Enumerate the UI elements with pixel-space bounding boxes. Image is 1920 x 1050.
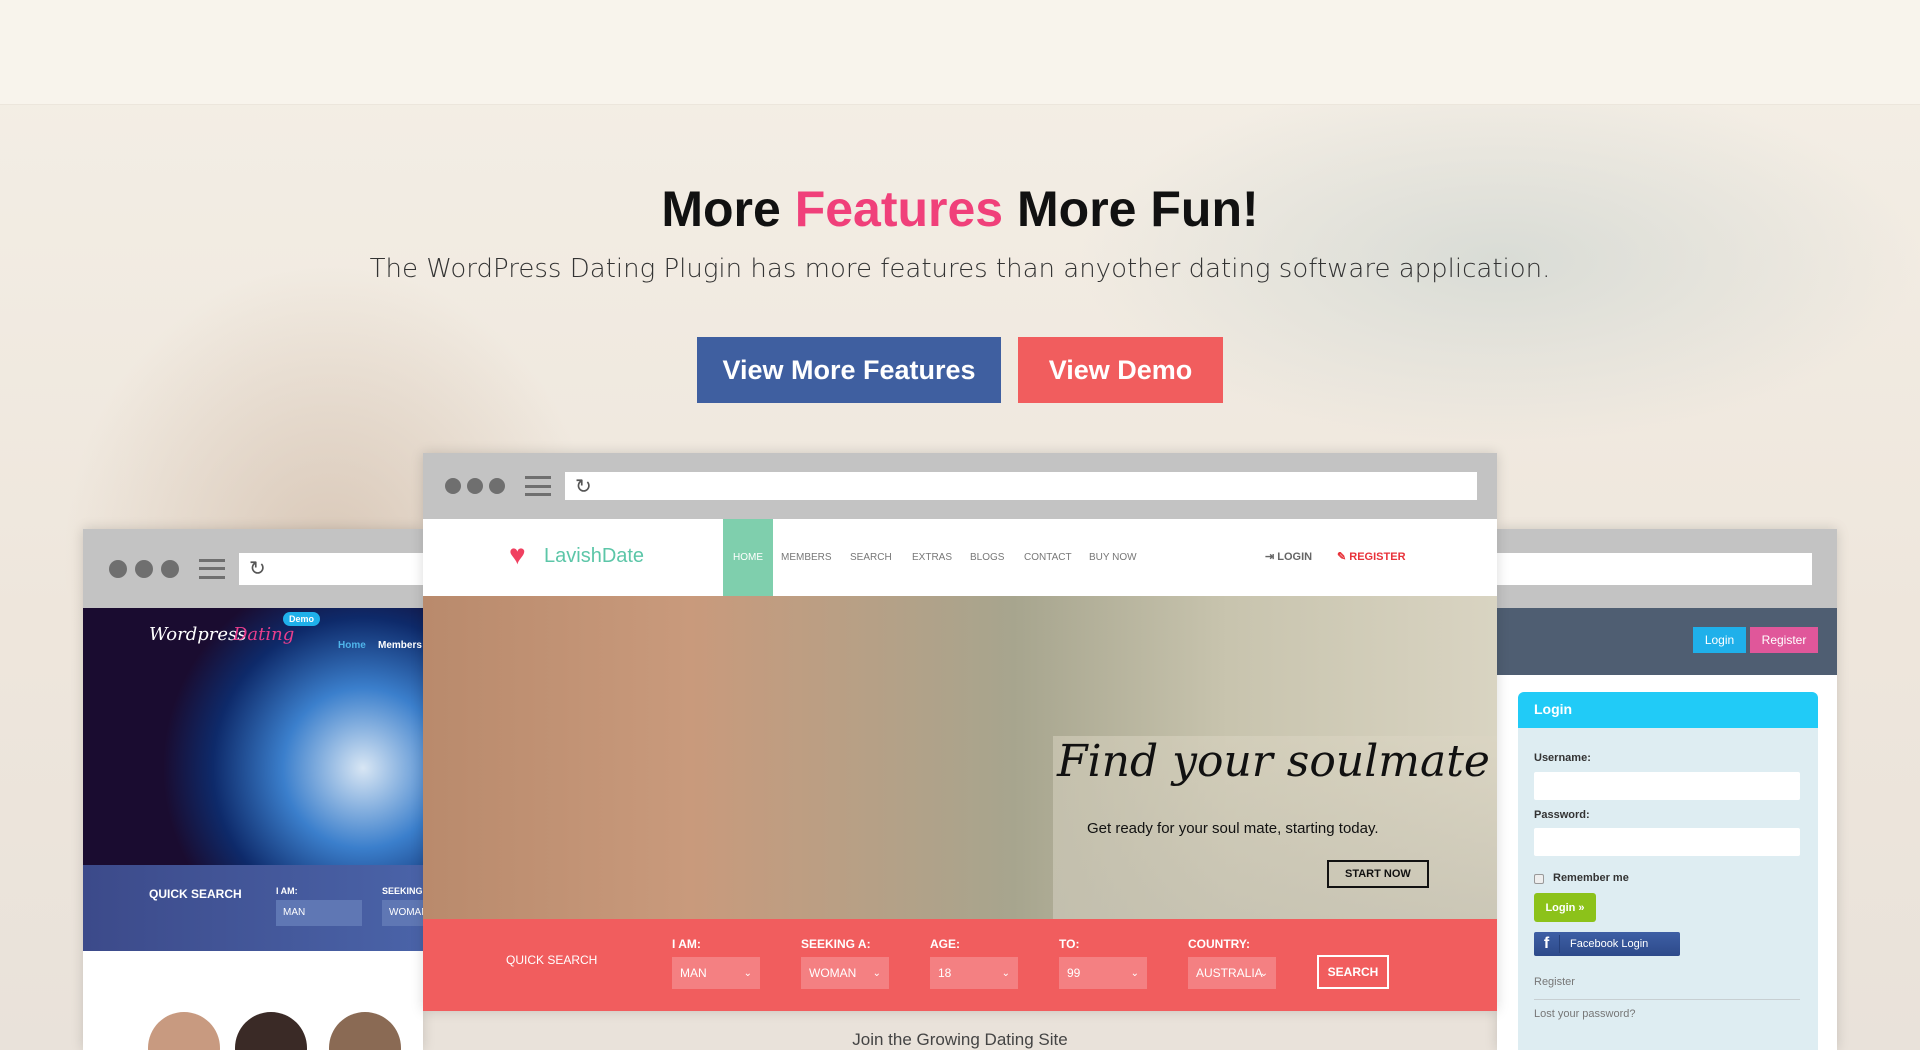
login-submit-button[interactable]: Login » <box>1534 893 1596 922</box>
view-more-features-button[interactable]: View More Features <box>697 337 1001 403</box>
quick-search-label: QUICK SEARCH <box>149 887 242 901</box>
password-input[interactable] <box>1534 828 1800 856</box>
window-dot-icon <box>161 559 179 578</box>
window-dot-icon <box>109 559 127 578</box>
chevron-down-icon: ⌄ <box>872 967 881 979</box>
nav-members[interactable]: Members <box>378 640 422 651</box>
address-bar[interactable]: ↻ <box>239 552 423 585</box>
browser-chrome <box>1497 529 1837 608</box>
chevron-down-icon: ⌄ <box>1259 967 1268 979</box>
password-label: Password: <box>1534 809 1590 821</box>
nav-search[interactable]: SEARCH <box>850 552 892 563</box>
i-am-select[interactable]: MAN <box>276 900 362 926</box>
username-input[interactable] <box>1534 772 1800 800</box>
field-label: I AM: <box>276 886 298 896</box>
register-link[interactable]: Register <box>1534 976 1575 988</box>
reload-icon[interactable]: ↻ <box>249 556 266 581</box>
browser-chrome: ↻ <box>83 529 423 608</box>
view-demo-button[interactable]: View Demo <box>1018 337 1223 403</box>
field-label: AGE: <box>930 937 960 951</box>
left-hero-image: Wordpress Dating Demo Home Members <box>83 608 423 865</box>
chevron-down-icon: ⌄ <box>1130 967 1139 979</box>
register-link[interactable]: ✎ REGISTER <box>1337 550 1406 563</box>
seeking-select[interactable]: WOMAN <box>382 900 423 926</box>
search-button[interactable]: SEARCH <box>1317 955 1389 989</box>
left-browser-mockup: ↻ Wordpress Dating Demo Home Members QUI… <box>83 529 423 1050</box>
demo-badge: Demo <box>283 612 321 626</box>
seeking-select[interactable]: WOMAN ⌄ <box>801 957 889 989</box>
field-label: SEEKING A: <box>382 886 423 896</box>
header-register-button[interactable]: Register <box>1750 627 1818 653</box>
logo-text: Dating <box>233 624 295 645</box>
window-dot-icon <box>135 559 153 578</box>
nav-home[interactable]: Home <box>338 640 366 651</box>
i-am-select[interactable]: MAN ⌄ <box>672 957 760 989</box>
chevron-down-icon: ⌄ <box>1001 967 1010 979</box>
field-label: COUNTRY: <box>1188 937 1250 951</box>
facebook-icon: f <box>1534 935 1560 953</box>
heart-logo-icon: ♥ <box>509 539 526 570</box>
facebook-login-button[interactable]: f Facebook Login <box>1534 932 1680 956</box>
username-label: Username: <box>1534 752 1591 764</box>
join-tagline: Join the Growing Dating Site <box>852 1030 1068 1049</box>
hero-image: Find your soulmate Get ready for your so… <box>423 596 1497 919</box>
window-dot-icon <box>467 478 483 494</box>
login-panel: Login Username: Password: Remember me Lo… <box>1518 692 1818 1050</box>
field-label: TO: <box>1059 937 1080 951</box>
chevron-down-icon: ⌄ <box>743 967 752 979</box>
menu-icon <box>525 476 551 496</box>
divider <box>1534 999 1800 1000</box>
page-title: More Features More Fun! <box>661 181 1259 237</box>
remember-label: Remember me <box>1553 872 1629 884</box>
age-to-select[interactable]: 99 ⌄ <box>1059 957 1147 989</box>
lost-password-link[interactable]: Lost your password? <box>1534 1008 1636 1020</box>
nav-home[interactable]: HOME <box>723 519 773 596</box>
country-select[interactable]: AUSTRALIA ⌄ <box>1188 957 1276 989</box>
login-icon: ⇥ <box>1265 551 1278 563</box>
quick-search-bar: QUICK SEARCH I AM: MAN ⌄ SEEKING A: WOMAN… <box>423 919 1497 1011</box>
window-dot-icon <box>489 478 505 494</box>
hero-subtitle: Get ready for your soul mate, starting t… <box>1087 820 1379 837</box>
page-subtitle: The WordPress Dating Plugin has more fea… <box>369 254 1551 284</box>
hero-title: Find your soulmate <box>1057 736 1490 787</box>
address-bar[interactable] <box>1497 552 1812 585</box>
left-quick-search: QUICK SEARCH I AM: MAN SEEKING A: WOMAN <box>83 865 423 951</box>
start-now-button[interactable]: START NOW <box>1327 860 1429 888</box>
top-band <box>0 0 1920 105</box>
right-browser-mockup: Login Register Login Username: Password:… <box>1497 529 1837 1050</box>
window-dot-icon <box>445 478 461 494</box>
nav-contact[interactable]: CONTACT <box>1024 552 1072 563</box>
center-browser-mockup: ↻ ♥ LavishDate HOME MEMBERS SEARCH EXTRA… <box>423 453 1497 1011</box>
nav-extras[interactable]: EXTRAS <box>912 552 952 563</box>
browser-chrome: ↻ <box>423 453 1497 519</box>
field-label: SEEKING A: <box>801 937 871 951</box>
remember-checkbox[interactable] <box>1534 874 1544 884</box>
menu-icon <box>199 558 225 579</box>
right-header: Login Register <box>1497 608 1837 675</box>
quick-search-label: QUICK SEARCH <box>506 953 598 967</box>
pencil-icon: ✎ <box>1337 551 1350 563</box>
header-login-button[interactable]: Login <box>1693 627 1746 653</box>
address-bar[interactable]: ↻ <box>565 472 1477 500</box>
nav-buy-now[interactable]: BUY NOW <box>1089 552 1137 563</box>
site-logo[interactable]: LavishDate <box>544 545 644 568</box>
nav-blogs[interactable]: BLOGS <box>970 552 1004 563</box>
login-link[interactable]: ⇥ LOGIN <box>1265 550 1312 563</box>
age-from-select[interactable]: 18 ⌄ <box>930 957 1018 989</box>
logo-text: Wordpress <box>149 624 247 645</box>
reload-icon[interactable]: ↻ <box>575 474 592 499</box>
login-panel-title: Login <box>1518 692 1818 728</box>
field-label: I AM: <box>672 937 701 951</box>
nav-members[interactable]: MEMBERS <box>781 552 832 563</box>
site-nav: ♥ LavishDate HOME MEMBERS SEARCH EXTRAS … <box>423 519 1497 596</box>
